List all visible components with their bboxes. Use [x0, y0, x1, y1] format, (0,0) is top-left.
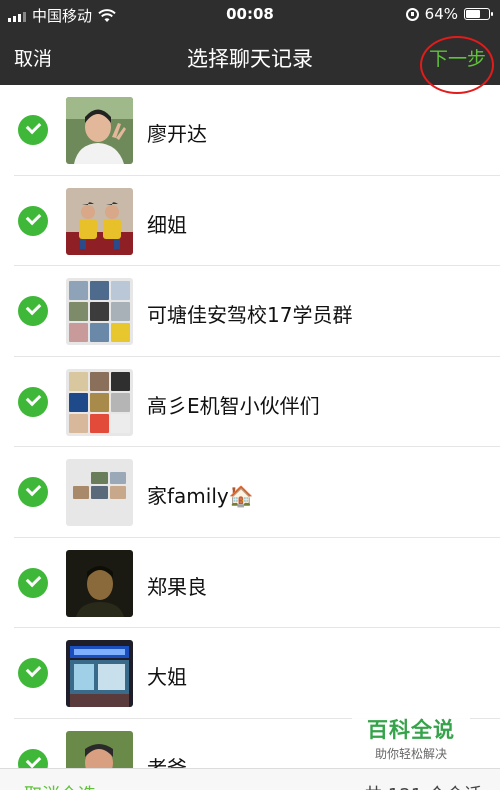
watermark-subtitle: 助你轻松解决 — [374, 747, 447, 761]
bottom-bar: 取消全选 共 121 个会话 — [0, 768, 500, 790]
group-avatar-grid — [66, 278, 133, 345]
avatar — [66, 459, 133, 526]
checkmark-icon[interactable] — [18, 205, 48, 236]
page-title: 选择聊天记录 — [187, 47, 313, 71]
battery-percent: 64% — [424, 5, 458, 23]
chat-row[interactable]: 廖开达 — [0, 85, 500, 176]
chat-name: 高彡E机智小伙伴们 — [147, 393, 320, 418]
avatar — [66, 640, 133, 707]
avatar — [66, 368, 133, 436]
battery-icon — [464, 8, 493, 20]
checkmark-icon[interactable] — [18, 296, 48, 326]
checkmark-icon[interactable] — [18, 567, 48, 598]
group-avatar-grid — [66, 459, 133, 526]
watermark-title: 百科全说 — [367, 718, 455, 742]
chat-row[interactable]: 郑果良 — [0, 538, 500, 628]
watermark-logo: 百科全说 助你轻松解决 — [352, 714, 470, 764]
checkmark-icon[interactable] — [18, 658, 48, 688]
chat-name: 廖开达 — [147, 122, 207, 146]
chat-name: 郑果良 — [147, 574, 207, 599]
status-bar: 中国移动 00:08 64% — [0, 0, 500, 28]
avatar — [66, 278, 133, 345]
chat-row[interactable]: 家family🏠 — [0, 447, 500, 538]
chat-name: 可塘佳安驾校17学员群 — [147, 303, 353, 327]
checkmark-icon[interactable] — [18, 477, 48, 507]
checkmark-icon[interactable] — [18, 115, 48, 145]
next-button[interactable]: 下一步 — [429, 44, 486, 71]
chat-name: 家family🏠 — [147, 484, 254, 508]
nav-bar: 取消 选择聊天记录 下一步 — [0, 28, 500, 85]
session-count: 共 121 个会话 — [364, 781, 482, 790]
chat-row[interactable]: 可塘佳安驾校17学员群 — [0, 266, 500, 357]
chat-row[interactable]: 高彡E机智小伙伴们 — [0, 357, 500, 447]
checkmark-icon[interactable] — [18, 386, 48, 417]
chat-list[interactable]: 廖开达 细姐 可塘佳安驾校17学员群 高彡E机智小伙伴们 家family🏠 郑果… — [0, 85, 500, 790]
battery-fill — [466, 10, 481, 18]
avatar — [66, 97, 133, 164]
chat-row[interactable]: 大姐 — [0, 628, 500, 719]
avatar — [66, 549, 133, 617]
chat-name: 细姐 — [147, 212, 187, 237]
chat-name: 大姐 — [147, 665, 187, 689]
rotation-lock-icon — [405, 7, 419, 21]
avatar — [66, 187, 133, 255]
chat-row[interactable]: 细姐 — [0, 176, 500, 266]
deselect-all-button[interactable]: 取消全选 — [24, 781, 96, 790]
status-right: 64% — [405, 5, 493, 23]
group-avatar-grid — [66, 368, 133, 436]
